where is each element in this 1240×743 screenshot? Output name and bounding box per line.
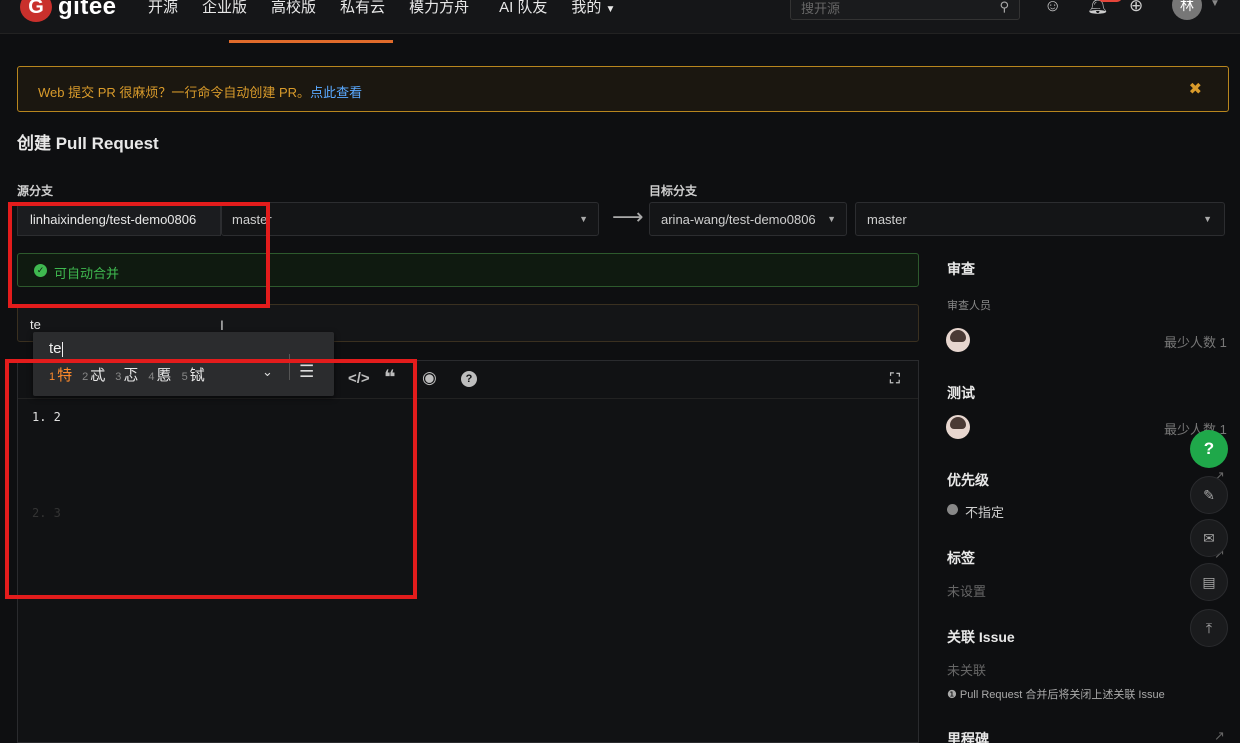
nav-item-mine[interactable]: 我的 ▼ bbox=[571, 0, 615, 17]
issue-title: 关联 Issue bbox=[947, 629, 1015, 645]
arrow-right-icon: ⟶ bbox=[612, 204, 644, 229]
edit-icon: ✎ bbox=[1203, 486, 1215, 503]
search-icon[interactable]: ⚲ bbox=[999, 0, 1009, 15]
text-cursor-icon: I bbox=[220, 317, 224, 333]
robot-icon[interactable]: ☺ bbox=[1044, 0, 1061, 16]
chevron-down-icon[interactable]: ▼ bbox=[1210, 0, 1220, 9]
target-branch-select[interactable]: master ▼ bbox=[855, 202, 1225, 236]
chat-icon: ▤ bbox=[1202, 573, 1216, 590]
chevron-down-icon: ▼ bbox=[605, 4, 616, 15]
close-icon[interactable]: ✖ bbox=[1189, 79, 1202, 99]
ime-caret bbox=[61, 341, 63, 357]
search-input[interactable]: 搜开源 ⚲ bbox=[790, 0, 1020, 20]
reviewer-min-count: 最少人数 1 bbox=[1164, 335, 1227, 350]
source-branch-select[interactable]: master ▼ bbox=[221, 202, 599, 236]
annotation-box bbox=[5, 359, 417, 599]
feedback-button[interactable]: ✎ bbox=[1190, 476, 1228, 514]
top-navbar: G gitee 开源 企业版 高校版 私有云 模力方舟 AI 队友 我的 ▼ 搜开… bbox=[0, 0, 1240, 34]
user-avatar[interactable]: 林 bbox=[1172, 0, 1202, 20]
nav-item-opensource[interactable]: 开源 bbox=[148, 0, 178, 17]
ime-composition-text: te bbox=[49, 340, 62, 357]
nav-item-mine-label: 我的 bbox=[571, 0, 602, 16]
milestone-title: 里程碑 bbox=[947, 731, 989, 743]
chevron-down-icon: ▼ bbox=[1203, 214, 1212, 224]
issue-value: 未关联 bbox=[947, 663, 987, 678]
back-to-top-button[interactable]: ⤒ bbox=[1190, 609, 1228, 647]
nav-item-moli-label: 模力方舟 bbox=[409, 0, 470, 16]
test-title: 测试 bbox=[947, 385, 975, 401]
bell-icon[interactable]: 🔔︎ bbox=[1087, 0, 1109, 16]
nav-item-education[interactable]: 高校版 bbox=[271, 0, 316, 17]
issue-note-text: Pull Request 合并后将关闭上述关联 Issue bbox=[959, 689, 1165, 701]
help-icon[interactable]: ? bbox=[461, 371, 477, 387]
gitee-logo[interactable]: G gitee bbox=[20, 0, 117, 22]
reviewer-label: 审查人员 bbox=[947, 300, 991, 312]
chevron-down-icon: ▼ bbox=[579, 214, 588, 224]
target-branch-value: master bbox=[867, 212, 907, 227]
nav-menu: 开源 企业版 高校版 私有云 模力方舟 AI 队友 我的 ▼ bbox=[148, 0, 639, 17]
pr-title-value: te bbox=[30, 317, 41, 332]
nav-active-underline bbox=[229, 40, 393, 43]
banner-message: Web 提交 PR 很麻烦？一行命令自动创建 PR。点此查看 bbox=[38, 82, 362, 101]
promo-banner: Web 提交 PR 很麻烦？一行命令自动创建 PR。点此查看 ✖ bbox=[17, 66, 1229, 112]
nav-item-private-cloud[interactable]: 私有云 bbox=[340, 0, 385, 17]
issue-note: ❶ Pull Request 合并后将关闭上述关联 Issue bbox=[947, 686, 1165, 702]
priority-value[interactable]: 不指定 bbox=[965, 502, 1004, 521]
chat-button[interactable]: ▤ bbox=[1190, 563, 1228, 601]
eye-icon[interactable]: ◉ bbox=[422, 368, 437, 388]
tester-avatar[interactable] bbox=[946, 415, 970, 439]
nav-item-ai[interactable]: AI 队友 bbox=[499, 0, 547, 17]
tags-title: 标签 bbox=[947, 550, 975, 566]
gitee-logo-text: gitee bbox=[58, 0, 117, 20]
arrow-up-icon: ⤒ bbox=[1205, 619, 1213, 636]
review-title: 审查 bbox=[947, 261, 975, 277]
source-branch-label: 源分支 bbox=[17, 184, 54, 198]
help-button[interactable]: ? bbox=[1190, 430, 1228, 468]
mail-button[interactable]: ✉ bbox=[1190, 519, 1228, 557]
info-icon: ❶ bbox=[947, 689, 960, 701]
banner-text: Web 提交 PR 很麻烦？一行命令自动创建 PR。 bbox=[38, 85, 311, 100]
target-repo-select[interactable]: arina-wang/test-demo0806 ▼ bbox=[649, 202, 847, 236]
edit-icon[interactable]: ↗ bbox=[1214, 728, 1225, 743]
priority-title: 优先级 bbox=[947, 472, 989, 488]
nav-item-enterprise[interactable]: 企业版 bbox=[202, 0, 247, 17]
gitee-logo-icon: G bbox=[20, 0, 52, 22]
notification-badge bbox=[1098, 0, 1122, 2]
mail-icon: ✉ bbox=[1203, 529, 1215, 546]
page-title: 创建 Pull Request bbox=[17, 134, 159, 153]
chevron-down-icon: ▼ bbox=[827, 214, 836, 224]
reviewer-avatar[interactable] bbox=[946, 328, 970, 352]
annotation-box bbox=[8, 202, 270, 308]
fullscreen-icon[interactable]: ⛶ bbox=[890, 370, 900, 387]
plus-icon[interactable]: ⊕ bbox=[1129, 0, 1143, 16]
search-placeholder: 搜开源 bbox=[801, 1, 841, 16]
ime-composition: te bbox=[49, 340, 63, 357]
target-repo-value: arina-wang/test-demo0806 bbox=[661, 212, 816, 227]
tags-value: 未设置 bbox=[947, 584, 987, 599]
target-branch-label: 目标分支 bbox=[649, 184, 698, 198]
priority-dot-icon bbox=[947, 504, 958, 515]
banner-link[interactable]: 点此查看 bbox=[310, 85, 362, 100]
nav-item-moli[interactable]: 模力方舟 bbox=[409, 0, 475, 17]
